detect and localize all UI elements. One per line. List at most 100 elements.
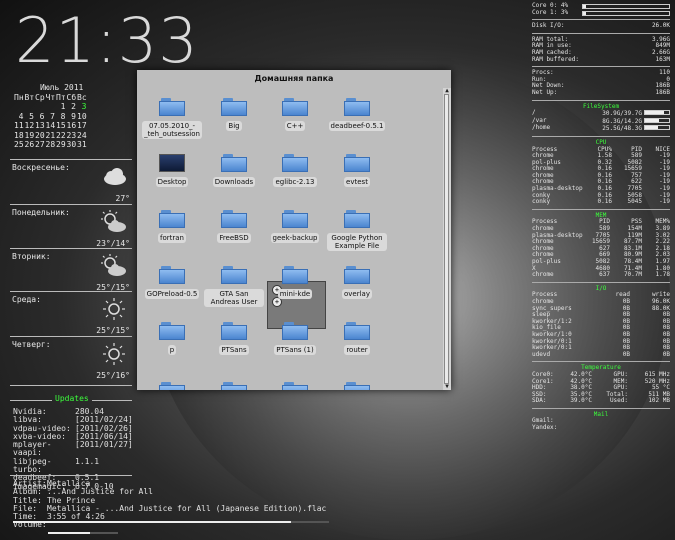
stat-value: 26.0K	[651, 22, 670, 30]
calendar-day[interactable]: 3	[77, 102, 87, 112]
file-manager-window[interactable]: Домашняя папка + + 07.05.2010_-_teh_outs…	[137, 70, 451, 390]
folder-label: GOPreload-0.5	[144, 289, 200, 299]
folder-item[interactable]	[265, 382, 325, 390]
stat-label: Yandex:	[532, 424, 558, 432]
calendar-day[interactable]: 5	[25, 112, 34, 122]
stat-value: 186B	[655, 88, 670, 96]
folder-item[interactable]: GTA San Andreas User	[204, 266, 264, 307]
calendar-day[interactable]: 21	[46, 131, 56, 141]
calendar-day[interactable]: 10	[77, 112, 87, 122]
io-table-cell: 0B	[622, 350, 630, 358]
folder-item[interactable]: PTSans	[204, 322, 264, 355]
calendar-day[interactable]: 6	[35, 112, 45, 122]
calendar-day[interactable]: 20	[35, 131, 45, 141]
folder-item[interactable]: Desktop	[142, 154, 202, 187]
divider	[532, 208, 670, 210]
calendar-day[interactable]: 4	[14, 112, 24, 122]
folder-item[interactable]: deadbeef-0.5.1	[327, 98, 387, 131]
calendar-day[interactable]: 19	[25, 131, 35, 141]
filesystem-bar	[644, 110, 670, 116]
calendar-day[interactable]: 15	[56, 121, 66, 131]
scrollbar-thumb[interactable]	[444, 94, 449, 384]
calendar-day[interactable]: 2	[67, 102, 76, 112]
calendar-day[interactable]: 28	[46, 140, 56, 150]
folder-item[interactable]	[327, 382, 387, 390]
calendar-day[interactable]: 30	[67, 140, 77, 150]
calendar-day[interactable]: 13	[35, 121, 45, 131]
io-table-cell: udevd	[532, 350, 551, 358]
folder-icon	[344, 322, 370, 340]
folder-item[interactable]: evtest	[327, 154, 387, 187]
folder-item[interactable]: Big	[204, 98, 264, 131]
volume-bar[interactable]	[48, 532, 118, 534]
track-progress-bar[interactable]	[13, 521, 329, 523]
folder-icon	[282, 154, 308, 172]
calendar-day[interactable]: 9	[67, 112, 76, 122]
calendar-day[interactable]: 29	[56, 140, 66, 150]
calendar-day[interactable]: 26	[25, 140, 35, 150]
calendar-week-row: 25 26 27 28 29 30 31	[14, 140, 88, 150]
folder-item[interactable]: eglibc-2.13	[265, 154, 325, 187]
scroll-down-icon[interactable]: ▼	[443, 384, 451, 390]
calendar-day[interactable]: 14	[46, 121, 56, 131]
calendar-day[interactable]: 27	[35, 140, 45, 150]
folder-item[interactable]: PTSans (1)	[265, 322, 325, 355]
calendar-day[interactable]: 11	[14, 121, 24, 131]
ram-row: RAM buffered: 163M	[532, 56, 670, 64]
mail-row: Yandex:	[532, 424, 670, 432]
folder-item[interactable]	[204, 382, 264, 390]
folder-item[interactable]: GOPreload-0.5	[142, 266, 202, 299]
folder-label: 07.05.2010_-_teh_outsession	[142, 121, 202, 139]
cloud-icon	[100, 165, 128, 189]
weather-day-block: Вторник: 25°/15°	[12, 252, 130, 292]
folder-item[interactable]: router	[327, 322, 387, 355]
calendar-day[interactable]: 23	[67, 131, 77, 141]
weather-separator	[10, 248, 132, 249]
folder-item[interactable]: C++	[265, 98, 325, 131]
vertical-scrollbar[interactable]: ▲ ▼	[443, 88, 451, 390]
folder-icon	[344, 382, 370, 390]
folder-item[interactable]: overlay	[327, 266, 387, 299]
folder-item[interactable]	[142, 382, 202, 390]
calendar-day[interactable]: 31	[77, 140, 87, 150]
folder-item[interactable]: Downloads	[204, 154, 264, 187]
system-monitor-panel: Core 0: 4% Core 1: 3% Disk I/O: 26.0K RAM to…	[532, 2, 670, 432]
calendar-day[interactable]: 17	[77, 121, 87, 131]
folder-item[interactable]: mini-kde	[265, 266, 325, 299]
cpu-core-bar	[582, 10, 670, 16]
weather-day-label: Четверг:	[12, 340, 51, 349]
folder-icon	[221, 98, 247, 116]
calendar-day[interactable]: 16	[67, 121, 77, 131]
calendar-day[interactable]: 7	[46, 112, 55, 122]
folder-item[interactable]: Google Python Example File	[327, 210, 387, 251]
folder-grid[interactable]: + + 07.05.2010_-_teh_outsession Big C++ dea…	[137, 88, 443, 390]
calendar-day[interactable]: 25	[14, 140, 24, 150]
calendar-day	[35, 102, 45, 112]
calendar-day[interactable]: 1	[56, 102, 66, 112]
filesystem-usage: 8G.3G/14.2G	[602, 117, 670, 126]
calendar-day[interactable]: 22	[56, 131, 66, 141]
stat-label: Disk I/O:	[532, 22, 565, 30]
folder-item[interactable]: p	[142, 322, 202, 355]
calendar-day[interactable]: 18	[14, 131, 24, 141]
weather-day-label: Воскресенье:	[12, 163, 70, 172]
proc-row: Net Up: 186B	[532, 88, 670, 97]
calendar-day[interactable]: 12	[25, 121, 35, 131]
folder-icon	[221, 210, 247, 228]
calendar-day[interactable]: 24	[77, 131, 87, 141]
temperature-table-row: Core1: 42.0°C MEM: 520 MHz	[532, 378, 670, 386]
mem-table-cell: 70.7M	[623, 271, 642, 279]
folder-item[interactable]: geek-backup	[265, 210, 325, 243]
weather-separator	[10, 291, 132, 292]
folder-item[interactable]: 07.05.2010_-_teh_outsession	[142, 98, 202, 139]
calendar-weekday: Ср	[35, 92, 45, 102]
folder-item[interactable]: fortran	[142, 210, 202, 243]
mem-table-row: chrome 637 70.7M 1.78	[532, 272, 670, 279]
weather-separator	[10, 336, 132, 337]
mem-table-cell: chrome	[532, 271, 554, 279]
calendar-day[interactable]: 8	[56, 112, 66, 122]
calendar-weekdays: Пн Вт Ср Чт Пт Сб Вс	[14, 93, 88, 103]
folder-label: C++	[284, 121, 306, 131]
folder-item[interactable]: FreeBSD	[204, 210, 264, 243]
weather-day-block: Четверг: 25°/16°	[12, 340, 130, 380]
